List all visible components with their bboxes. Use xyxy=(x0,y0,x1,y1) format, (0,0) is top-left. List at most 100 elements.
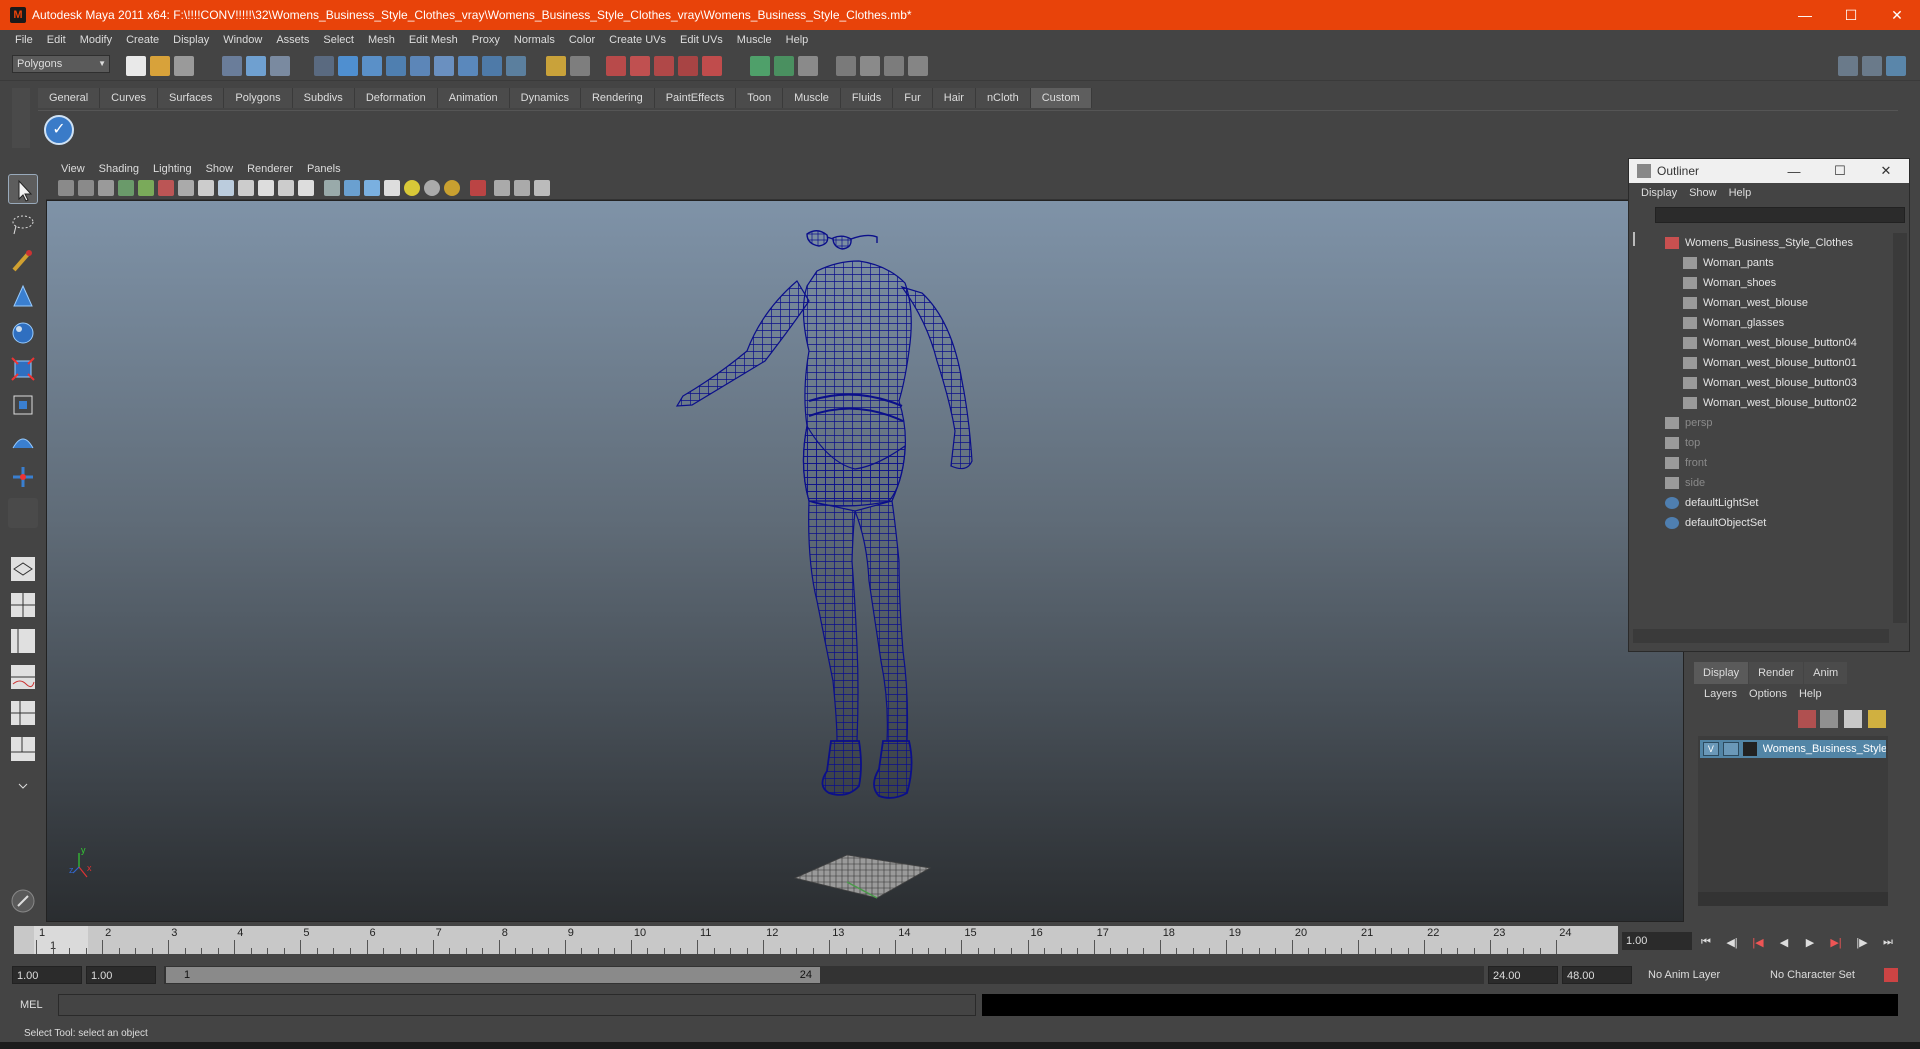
clothes-wireframe[interactable] xyxy=(675,260,973,799)
move-tool-icon[interactable] xyxy=(8,282,38,312)
script-editor-layout-icon[interactable] xyxy=(8,734,38,764)
select-rendering-icon[interactable] xyxy=(458,56,478,76)
outliner-maximize-button[interactable]: ☐ xyxy=(1817,159,1863,183)
perspective-viewport[interactable]: x y z xyxy=(46,200,1684,922)
menu-select[interactable]: Select xyxy=(316,34,361,46)
lock-selection-icon[interactable] xyxy=(546,56,566,76)
outliner-item[interactable]: top xyxy=(1633,433,1889,453)
animation-start-field[interactable]: 1.00 xyxy=(12,966,82,984)
close-button[interactable]: ✕ xyxy=(1874,0,1920,30)
help-icon[interactable] xyxy=(506,56,526,76)
select-surfaces-icon[interactable] xyxy=(386,56,406,76)
channel-box-toggle-icon[interactable] xyxy=(1886,56,1906,76)
outliner-filter-input[interactable] xyxy=(1655,207,1905,223)
layer-visibility-toggle[interactable]: V xyxy=(1703,742,1719,756)
tool-settings-toggle-icon[interactable] xyxy=(1862,56,1882,76)
shelf-tab-fur[interactable]: Fur xyxy=(893,88,933,108)
outliner-minimize-button[interactable]: — xyxy=(1771,159,1817,183)
select-camera-icon[interactable] xyxy=(58,180,74,196)
panel-menu-panels[interactable]: Panels xyxy=(300,163,348,175)
step-back-frame-icon[interactable]: |◀ xyxy=(1748,932,1768,952)
menu-normals[interactable]: Normals xyxy=(507,34,562,46)
output-connections-icon[interactable] xyxy=(774,56,794,76)
last-tool-icon[interactable] xyxy=(8,498,38,528)
four-pane-layout-icon[interactable] xyxy=(8,590,38,620)
shelf-tab-polygons[interactable]: Polygons xyxy=(224,88,293,108)
shelf-tab-surfaces[interactable]: Surfaces xyxy=(157,88,225,108)
outliner-vertical-scrollbar[interactable] xyxy=(1893,233,1907,623)
shelf-tab-deformation[interactable]: Deformation xyxy=(354,88,438,108)
outliner-item[interactable]: side xyxy=(1633,473,1889,493)
render-settings-icon[interactable] xyxy=(908,56,928,76)
snap-to-grid-icon[interactable] xyxy=(606,56,626,76)
xray-icon[interactable] xyxy=(494,180,510,196)
shelf-tab-fluids[interactable]: Fluids xyxy=(840,88,894,108)
render-view-icon[interactable] xyxy=(836,56,856,76)
menu-edit-mesh[interactable]: Edit Mesh xyxy=(402,34,465,46)
move-layer-up-icon[interactable] xyxy=(1798,710,1816,728)
xray-joints-icon[interactable] xyxy=(514,180,530,196)
highlight-selection-icon[interactable] xyxy=(570,56,590,76)
select-misc-icon[interactable] xyxy=(482,56,502,76)
image-plane-icon[interactable] xyxy=(118,180,134,196)
high-quality-icon[interactable] xyxy=(444,180,460,196)
playback-end-field[interactable]: 24.00 xyxy=(1488,966,1558,984)
menu-modify[interactable]: Modify xyxy=(73,34,119,46)
shelf-tab-subdivs[interactable]: Subdivs xyxy=(292,88,355,108)
shelf-tab-ncloth[interactable]: nCloth xyxy=(975,88,1031,108)
open-scene-icon[interactable] xyxy=(150,56,170,76)
layer-tab-render[interactable]: Render xyxy=(1749,662,1804,684)
grid-icon[interactable] xyxy=(178,180,194,196)
safe-title-icon[interactable] xyxy=(298,180,314,196)
layer-color-swatch[interactable] xyxy=(1742,742,1757,756)
outliner-item[interactable]: defaultLightSet xyxy=(1633,493,1889,513)
select-handles-icon[interactable] xyxy=(314,56,334,76)
select-dynamics-icon[interactable] xyxy=(434,56,454,76)
soft-modification-icon[interactable] xyxy=(8,426,38,456)
command-language-label[interactable]: MEL xyxy=(20,996,60,1014)
rotate-tool-icon[interactable] xyxy=(8,318,38,348)
panel-menu-renderer[interactable]: Renderer xyxy=(240,163,300,175)
outliner-title-bar[interactable]: Outliner — ☐ ✕ xyxy=(1629,159,1909,183)
outliner-item[interactable]: persp xyxy=(1633,413,1889,433)
outliner-item[interactable]: Woman_glasses xyxy=(1633,313,1889,333)
make-live-icon[interactable] xyxy=(702,56,722,76)
smooth-shade-icon[interactable] xyxy=(344,180,360,196)
menu-edit-uvs[interactable]: Edit UVs xyxy=(673,34,730,46)
select-deformations-icon[interactable] xyxy=(410,56,430,76)
layer-playback-toggle[interactable] xyxy=(1722,742,1739,756)
show-manipulator-icon[interactable] xyxy=(8,462,38,492)
layer-menu-help[interactable]: Help xyxy=(1793,688,1828,700)
outliner-item[interactable]: Woman_west_blouse_button01 xyxy=(1633,353,1889,373)
animation-end-field[interactable]: 48.00 xyxy=(1562,966,1632,984)
new-scene-icon[interactable] xyxy=(126,56,146,76)
outliner-menu-display[interactable]: Display xyxy=(1635,187,1683,199)
more-layouts-chevron-icon[interactable] xyxy=(8,770,38,800)
play-forwards-icon[interactable]: ▶ xyxy=(1800,932,1820,952)
shelf-tab-rendering[interactable]: Rendering xyxy=(580,88,655,108)
construction-history-icon[interactable] xyxy=(798,56,818,76)
backface-culling-icon[interactable] xyxy=(534,180,550,196)
shelf-tab-painteffects[interactable]: PaintEffects xyxy=(654,88,737,108)
grease-pencil-icon[interactable] xyxy=(158,180,174,196)
layer-row[interactable]: V Womens_Business_Style xyxy=(1700,740,1886,758)
shelf-tab-hair[interactable]: Hair xyxy=(932,88,976,108)
outliner-menu-help[interactable]: Help xyxy=(1723,187,1758,199)
create-layer-from-selected-icon[interactable] xyxy=(1868,710,1886,728)
menu-window[interactable]: Window xyxy=(216,34,269,46)
select-by-component-icon[interactable] xyxy=(270,56,290,76)
outliner-menu-show[interactable]: Show xyxy=(1683,187,1723,199)
outliner-item[interactable]: Woman_pants xyxy=(1633,253,1889,273)
select-tool-icon[interactable] xyxy=(8,174,38,204)
go-to-start-icon[interactable]: ⏮ xyxy=(1696,932,1716,952)
safe-action-icon[interactable] xyxy=(278,180,294,196)
camera-attributes-icon[interactable] xyxy=(78,180,94,196)
menu-help[interactable]: Help xyxy=(779,34,816,46)
render-frame-icon[interactable] xyxy=(860,56,880,76)
menu-create-uvs[interactable]: Create UVs xyxy=(602,34,673,46)
step-back-key-icon[interactable]: ◀| xyxy=(1722,932,1742,952)
save-scene-icon[interactable] xyxy=(174,56,194,76)
lasso-tool-icon[interactable] xyxy=(8,210,38,240)
step-forward-frame-icon[interactable]: ▶| xyxy=(1826,932,1846,952)
outliner-item[interactable]: Womens_Business_Style_Clothes xyxy=(1633,233,1889,253)
